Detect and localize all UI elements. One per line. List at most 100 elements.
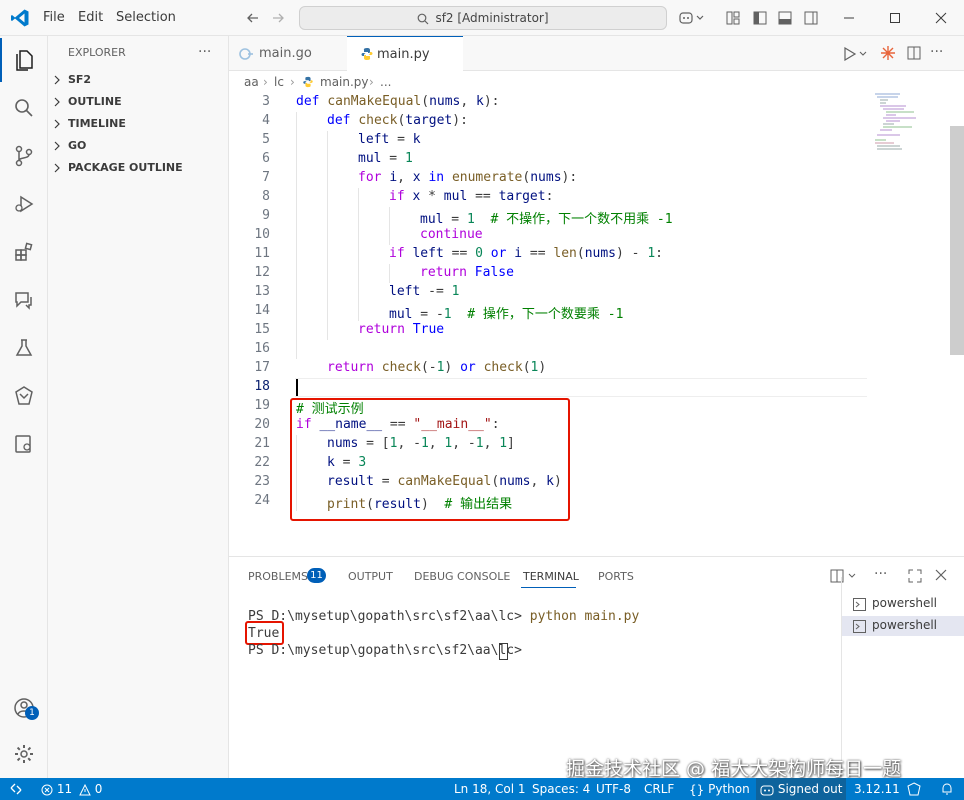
- panel-tab-output[interactable]: OUTPUT: [348, 570, 393, 583]
- editor-scrollbar-thumb[interactable]: [950, 126, 964, 355]
- run-debug-icon[interactable]: [0, 180, 48, 228]
- sidebar-section-go[interactable]: GO: [48, 135, 229, 157]
- command-center-search[interactable]: sf2 [Administrator]: [299, 6, 667, 30]
- chevron-right-icon: [53, 163, 61, 173]
- extensions-icon[interactable]: [0, 228, 48, 276]
- code-token: =: [381, 151, 405, 166]
- panel-more-icon[interactable]: ···: [874, 566, 887, 582]
- line-number: 5: [262, 132, 270, 147]
- code-token: :: [655, 246, 663, 261]
- line-number: 24: [254, 493, 270, 508]
- copilot-status-icon: [760, 784, 774, 796]
- panel-tab-terminal[interactable]: TERMINAL: [523, 570, 579, 583]
- language-mode[interactable]: {} Python: [689, 778, 750, 800]
- toggle-panel-icon[interactable]: [778, 11, 792, 25]
- code-token: mul: [420, 212, 444, 227]
- active-tab-underline: [521, 587, 576, 588]
- braces-icon: {}: [689, 782, 705, 797]
- terminal-line-3: PS D:\mysetup\gopath\src\sf2\aa\lc>: [248, 643, 530, 658]
- code-token: k: [412, 132, 421, 147]
- terminal-layout-icon[interactable]: [830, 569, 858, 583]
- terminal-instance-label: powershell: [872, 618, 937, 632]
- notifications-bell-icon[interactable]: [940, 782, 954, 796]
- account-status[interactable]: Signed out: [756, 778, 846, 800]
- back-arrow-icon[interactable]: [246, 11, 260, 25]
- remote-indicator-icon[interactable]: [0, 778, 32, 800]
- breadcrumb: aa › lc › main.py › ...: [229, 71, 964, 93]
- indentation[interactable]: Spaces: 4: [532, 778, 590, 800]
- python-version[interactable]: 3.12.11: [854, 778, 900, 800]
- minimize-icon[interactable]: [826, 0, 872, 36]
- maximize-icon[interactable]: [872, 0, 918, 36]
- line-number: 20: [254, 417, 270, 432]
- tab-main-go[interactable]: main.go: [229, 36, 347, 71]
- code-token: def: [296, 94, 328, 109]
- code-token: target: [498, 189, 546, 204]
- remote-explorer-icon[interactable]: [0, 420, 48, 468]
- code-token: left: [389, 284, 421, 299]
- code-token: return: [358, 322, 413, 337]
- split-editor-icon[interactable]: [907, 46, 921, 60]
- settings-gear-icon[interactable]: [0, 730, 48, 778]
- editor-more-icon[interactable]: ···: [930, 44, 943, 60]
- code-line: mul = -1 # 操作，下一个数要乘 -1: [389, 303, 623, 322]
- run-python-icon[interactable]: [843, 47, 867, 61]
- remote-chat-icon[interactable]: [0, 276, 48, 324]
- terminal-instance-1[interactable]: powershell: [842, 594, 964, 614]
- testing-icon[interactable]: [0, 324, 48, 372]
- error-count: 11: [56, 782, 73, 796]
- menu-file[interactable]: File: [43, 10, 65, 25]
- line-ending[interactable]: CRLF: [644, 778, 674, 800]
- close-panel-icon[interactable]: [935, 569, 947, 581]
- sidebar-section-timeline[interactable]: TIMELINE: [48, 113, 229, 135]
- sidebar-section-outline[interactable]: OUTLINE: [48, 91, 229, 113]
- menu-selection[interactable]: Selection: [116, 10, 176, 25]
- breadcrumb-symbol[interactable]: ...: [380, 71, 391, 93]
- panel-tab-ports[interactable]: PORTS: [598, 570, 634, 583]
- forward-arrow-icon[interactable]: [271, 11, 285, 25]
- breadcrumb-lc[interactable]: lc: [274, 71, 284, 93]
- panel-tab-problems[interactable]: PROBLEMS: [248, 570, 308, 583]
- toggle-sidebar-icon[interactable]: [753, 11, 767, 25]
- line-number: 10: [254, 227, 270, 242]
- line-number: 7: [262, 170, 270, 185]
- problems-status[interactable]: 11 0: [41, 778, 102, 800]
- code-token: for: [358, 170, 390, 185]
- command-center-text: sf2 [Administrator]: [435, 11, 549, 25]
- code-editor[interactable]: 3 def canMakeEqual(nums, k): 4 def check(ta…: [229, 93, 964, 555]
- line-number: 13: [254, 284, 270, 299]
- breadcrumb-file[interactable]: main.py: [320, 71, 369, 93]
- indent-guide: [327, 131, 328, 340]
- customize-layout-icon[interactable]: [726, 11, 740, 25]
- code-token: mul: [358, 151, 382, 166]
- source-control-icon[interactable]: [0, 132, 48, 180]
- tab-main-py[interactable]: main.py: [347, 36, 463, 72]
- copilot-icon[interactable]: [679, 10, 705, 26]
- menu-edit[interactable]: Edit: [78, 10, 103, 25]
- gitlens-icon[interactable]: [0, 372, 48, 420]
- code-token: nums: [530, 170, 562, 185]
- minimap[interactable]: [870, 93, 950, 555]
- accounts-icon[interactable]: [0, 684, 48, 732]
- sidebar-section-sf2[interactable]: SF2: [48, 69, 229, 91]
- maximize-panel-icon[interactable]: [908, 569, 922, 583]
- code-token: left: [358, 132, 390, 147]
- more-actions-icon[interactable]: ···: [198, 44, 211, 60]
- code-token: = -: [412, 307, 444, 322]
- cursor-position[interactable]: Ln 18, Col 1: [454, 778, 526, 800]
- error-icon: [41, 784, 53, 796]
- encoding[interactable]: UTF-8: [596, 778, 631, 800]
- explorer-icon[interactable]: [0, 36, 48, 84]
- line-number: 14: [254, 303, 270, 318]
- line-number: 12: [254, 265, 270, 280]
- terminal-instance-2[interactable]: powershell: [842, 616, 964, 636]
- search-view-icon[interactable]: [0, 84, 48, 132]
- ai-sparkle-icon[interactable]: [880, 45, 896, 61]
- toggle-secondary-sidebar-icon[interactable]: [804, 11, 818, 25]
- panel-tab-debug-console[interactable]: DEBUG CONSOLE: [414, 570, 510, 583]
- ai-status-icon[interactable]: [906, 782, 922, 796]
- breadcrumb-aa[interactable]: aa: [244, 71, 259, 93]
- sidebar-section-package-outline[interactable]: PACKAGE OUTLINE: [48, 157, 229, 179]
- code-token: or: [460, 360, 476, 375]
- close-window-icon[interactable]: [918, 0, 964, 36]
